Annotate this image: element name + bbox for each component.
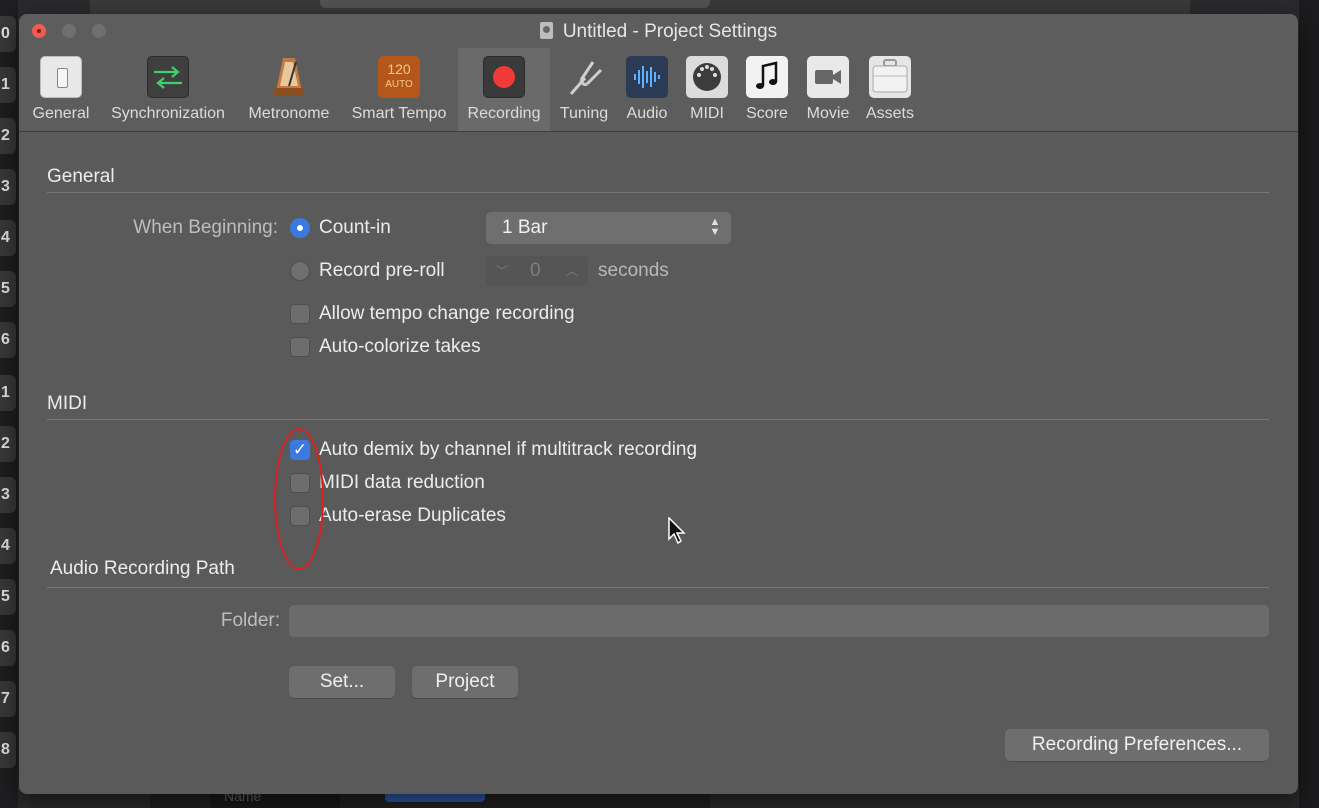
when-beginning-label: When Beginning:	[133, 217, 278, 238]
background-track-number: 6	[0, 630, 16, 666]
background-bottom-bar: Name	[150, 788, 710, 808]
auto-colorize-checkbox[interactable]	[290, 337, 310, 357]
tab-recording[interactable]: Recording	[458, 48, 550, 131]
tab-movie[interactable]: Movie	[801, 48, 855, 131]
pre-roll-unit: seconds	[598, 260, 669, 281]
pre-roll-stepper[interactable]: ﹀ 0 ︿	[486, 256, 588, 286]
recording-preferences-button[interactable]: Recording Preferences...	[1005, 729, 1269, 761]
divider	[47, 192, 1269, 193]
background-track-number: 3	[0, 477, 16, 513]
waveform-icon	[626, 56, 668, 98]
allow-tempo-checkbox[interactable]	[290, 304, 310, 324]
tab-label: Synchronization	[111, 105, 225, 122]
mouse-cursor-icon	[668, 517, 686, 545]
divider	[47, 419, 1269, 420]
folder-label: Folder:	[220, 610, 280, 631]
document-icon	[539, 22, 553, 39]
background-track-number: 5	[0, 579, 16, 615]
section-heading-general: General	[47, 166, 115, 187]
tab-label: Assets	[865, 105, 914, 122]
background-right-edge	[1299, 0, 1319, 808]
tab-label: Tuning	[559, 105, 609, 122]
background-track-number: 3	[0, 169, 16, 205]
tab-smart-tempo[interactable]: 120 AUTO Smart Tempo	[344, 48, 454, 131]
background-track-number: 4	[0, 528, 16, 564]
smart-tempo-icon-number: 120	[387, 61, 411, 77]
tab-label: Metronome	[248, 105, 330, 122]
smart-tempo-icon: 120 AUTO	[378, 56, 420, 98]
tab-assets[interactable]: Assets	[859, 48, 921, 131]
chevron-updown-icon: ▲ ▼	[709, 216, 721, 238]
background-track-number: 1	[0, 375, 16, 411]
folder-path-field[interactable]	[289, 605, 1269, 637]
tab-general[interactable]: General	[27, 48, 95, 131]
tab-tuning[interactable]: Tuning	[554, 48, 614, 131]
project-button[interactable]: Project	[412, 666, 518, 698]
briefcase-icon	[869, 56, 911, 98]
count-in-select[interactable]: 1 Bar ▲ ▼	[486, 212, 731, 244]
tab-label: MIDI	[690, 105, 724, 122]
background-track-number: 0	[0, 16, 16, 52]
tab-midi[interactable]: MIDI	[681, 48, 733, 131]
tab-metronome[interactable]: Metronome	[241, 48, 337, 131]
tab-label: Movie	[806, 105, 850, 122]
chevron-down-icon[interactable]: ﹀	[496, 256, 508, 286]
midi-data-reduction-label: MIDI data reduction	[319, 472, 485, 493]
tuning-fork-icon	[563, 56, 605, 98]
auto-erase-duplicates-label: Auto-erase Duplicates	[319, 505, 506, 526]
count-in-label: Count-in	[319, 217, 391, 238]
metronome-icon	[268, 56, 310, 98]
tab-label: Smart Tempo	[351, 105, 447, 122]
record-icon	[483, 56, 525, 98]
count-in-value: 1 Bar	[502, 217, 548, 238]
record-pre-roll-label: Record pre-roll	[319, 260, 445, 281]
pre-roll-value: 0	[530, 260, 541, 281]
background-track-number: 8	[0, 732, 16, 768]
general-switch-icon	[40, 56, 82, 98]
tab-audio[interactable]: Audio	[619, 48, 675, 131]
recording-settings-panel: General When Beginning: Count-in 1 Bar ▲…	[19, 132, 1298, 794]
count-in-radio[interactable]	[290, 218, 310, 238]
section-heading-audio-path: Audio Recording Path	[50, 558, 235, 579]
smart-tempo-icon-auto: AUTO	[385, 79, 413, 90]
tab-label: Score	[746, 105, 788, 122]
record-pre-roll-radio[interactable]	[290, 261, 310, 281]
background-track-number: 5	[0, 271, 16, 307]
background-track-number: 2	[0, 426, 16, 462]
section-heading-midi: MIDI	[47, 393, 88, 414]
auto-demix-label: Auto demix by channel if multitrack reco…	[319, 439, 698, 460]
background-track-number: 2	[0, 118, 16, 154]
settings-toolbar: General Synchronization Metronome 120 AU…	[19, 48, 1298, 132]
background-track-number: 7	[0, 681, 16, 717]
chevron-up-icon[interactable]: ︿	[566, 256, 578, 286]
background-track-numbers: 0 1 2 3 4 5 6 1 2 3 4 5 6 7 8	[0, 0, 18, 808]
midi-port-icon	[686, 56, 728, 98]
background-field	[320, 0, 710, 8]
music-note-icon	[746, 56, 788, 98]
tab-label: General	[32, 105, 90, 122]
project-settings-window: Untitled - Project Settings General Sync…	[19, 14, 1298, 794]
background-track-number: 1	[0, 67, 16, 103]
allow-tempo-label: Allow tempo change recording	[319, 303, 575, 324]
tab-label: Audio	[626, 105, 668, 122]
background-track-number: 6	[0, 322, 16, 358]
background-track-number: 4	[0, 220, 16, 256]
title-bar: Untitled - Project Settings	[19, 14, 1298, 48]
tab-score[interactable]: Score	[739, 48, 795, 131]
tab-synchronization[interactable]: Synchronization	[103, 48, 233, 131]
window-title-text: Untitled - Project Settings	[562, 21, 778, 42]
divider	[47, 587, 1269, 588]
video-camera-icon	[807, 56, 849, 98]
tab-label: Recording	[467, 105, 541, 122]
auto-colorize-label: Auto-colorize takes	[319, 336, 481, 357]
background-top-bar	[90, 0, 1190, 14]
window-title: Untitled - Project Settings	[19, 21, 1298, 43]
sync-arrows-icon	[147, 56, 189, 98]
red-annotation-ellipse	[274, 428, 324, 570]
set-button[interactable]: Set...	[289, 666, 395, 698]
